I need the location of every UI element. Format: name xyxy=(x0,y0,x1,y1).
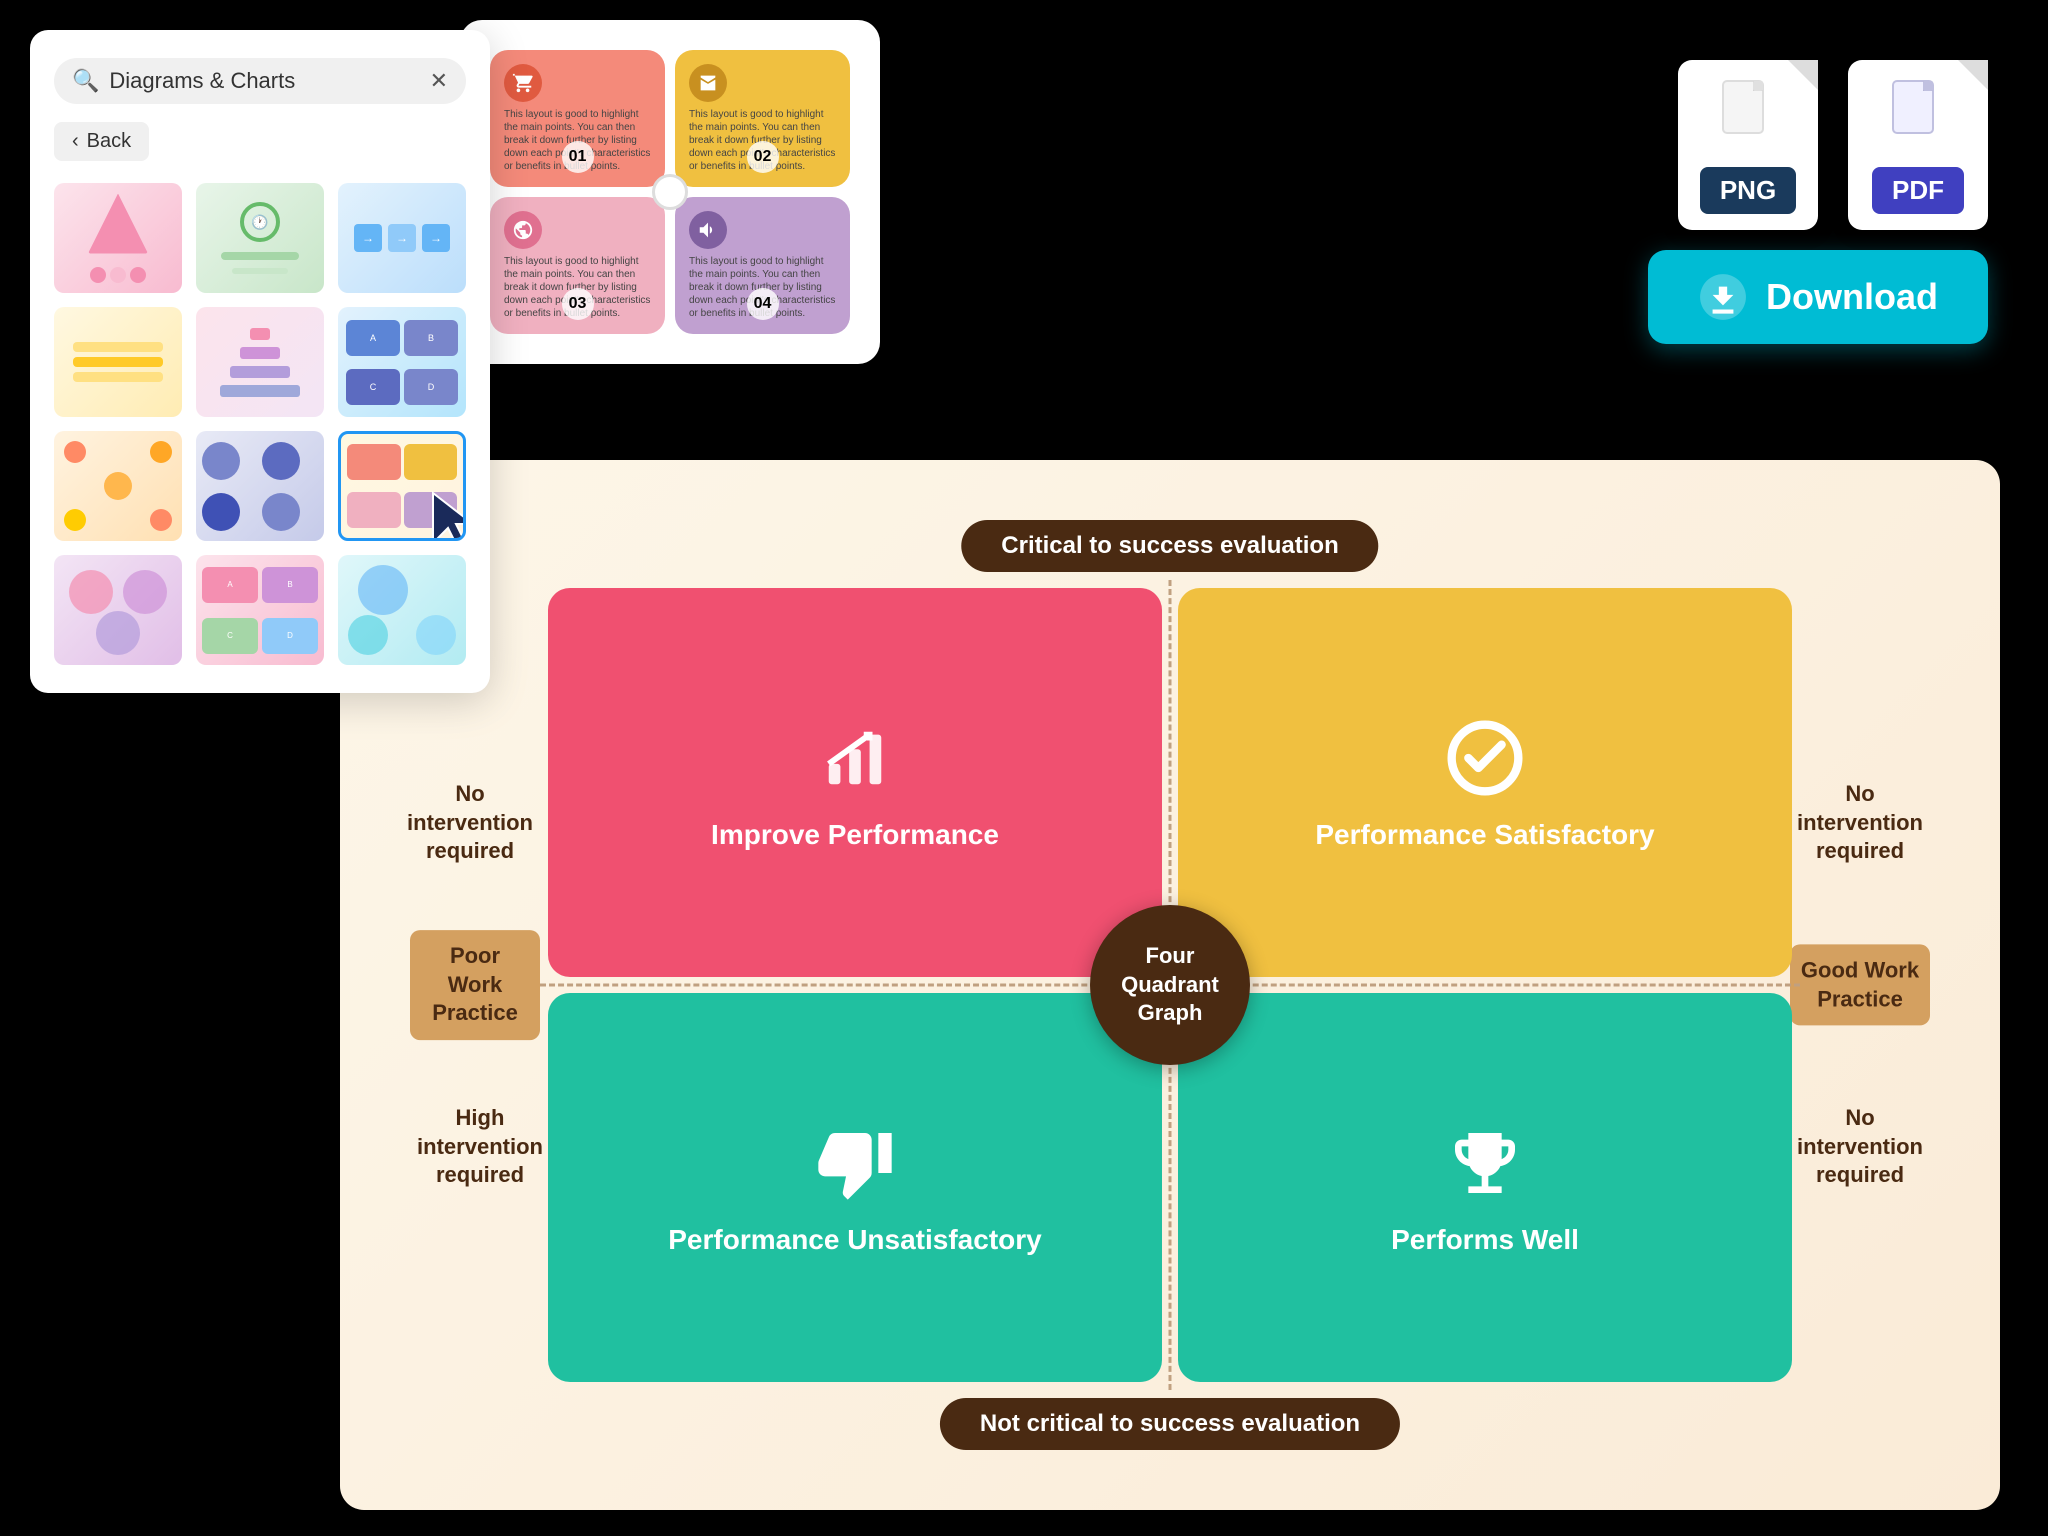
right-section: PNG PDF Download xyxy=(1648,60,1988,344)
png-file-icon xyxy=(1718,79,1778,149)
thumbnail-item[interactable]: 🕐 xyxy=(196,183,324,293)
performs-well-title: Performs Well xyxy=(1391,1222,1579,1257)
no-intervention-left-top-label: No interventionrequired xyxy=(400,780,540,866)
improve-performance-cell: Improve Performance xyxy=(548,588,1162,977)
quad-number-3: 03 xyxy=(562,288,594,320)
search-input[interactable] xyxy=(109,68,419,94)
graph-label: Graph xyxy=(1138,999,1203,1028)
performance-satisfactory-icon xyxy=(1440,713,1530,803)
four-label: Four xyxy=(1146,942,1195,971)
no-intervention-right-bottom-label: No interventionrequired xyxy=(1780,1104,1940,1190)
performance-unsatisfactory-title: Performance Unsatisfactory xyxy=(668,1222,1041,1257)
megaphone-icon xyxy=(697,219,719,241)
thumbnail-item[interactable] xyxy=(338,555,466,665)
globe-icon xyxy=(512,219,534,241)
critical-success-label: Critical to success evaluation xyxy=(961,520,1378,572)
bottom-diagram-inner: Critical to success evaluation Not criti… xyxy=(380,500,1960,1470)
download-icon xyxy=(1698,272,1748,322)
thumbnail-item[interactable] xyxy=(54,431,182,541)
thumbnail-grid: 🕐 → → → xyxy=(54,183,466,665)
close-icon[interactable]: ✕ xyxy=(430,68,448,94)
quad-number-2: 02 xyxy=(747,141,779,173)
download-button[interactable]: Download xyxy=(1648,250,1988,344)
quad-preview-diagram: This layout is good to highlight the mai… xyxy=(490,50,850,334)
performance-satisfactory-cell: Performance Satisfactory xyxy=(1178,588,1792,977)
thumbnail-item[interactable] xyxy=(54,307,182,417)
search-bar: 🔍 ✕ xyxy=(54,58,466,104)
quad-icon-4 xyxy=(689,211,727,249)
quad-cell-1: This layout is good to highlight the mai… xyxy=(490,50,665,187)
bar-chart-up-icon xyxy=(820,723,890,793)
quad-cell-3: This layout is good to highlight the mai… xyxy=(490,197,665,334)
no-intervention-right-top-label: No interventionrequired xyxy=(1780,780,1940,866)
file-corner-png xyxy=(1788,60,1818,90)
thumbnail-item[interactable] xyxy=(196,307,324,417)
high-intervention-label: High interventionrequired xyxy=(400,1104,560,1190)
cart-icon xyxy=(512,72,534,94)
png-file-button[interactable]: PNG xyxy=(1678,60,1818,230)
performs-well-cell: Performs Well xyxy=(1178,993,1792,1382)
thumbs-down-icon xyxy=(815,1123,895,1203)
png-label: PNG xyxy=(1700,167,1796,214)
thumbnail-item[interactable]: → → → xyxy=(338,183,466,293)
download-label: Download xyxy=(1766,276,1938,318)
quad-cell-2: This layout is good to highlight the mai… xyxy=(675,50,850,187)
quad-number-4: 04 xyxy=(747,288,779,320)
quad-icon-2 xyxy=(689,64,727,102)
not-critical-label: Not critical to success evaluation xyxy=(940,1398,1400,1450)
improve-performance-icon xyxy=(810,713,900,803)
poor-work-label: Poor Work Practice xyxy=(410,930,540,1040)
cursor-arrow-icon xyxy=(428,488,466,541)
quad-icon-1 xyxy=(504,64,542,102)
chevron-left-icon: ‹ xyxy=(72,130,79,153)
performance-unsatisfactory-cell: Performance Unsatisfactory xyxy=(548,993,1162,1382)
bottom-diagram: Critical to success evaluation Not criti… xyxy=(340,460,2000,1510)
thumbnail-item[interactable] xyxy=(54,555,182,665)
performance-satisfactory-title: Performance Satisfactory xyxy=(1315,817,1654,852)
diagram-preview-card: This layout is good to highlight the mai… xyxy=(460,20,880,364)
search-icon: 🔍 xyxy=(72,68,99,94)
pdf-label: PDF xyxy=(1872,167,1964,214)
thumbnail-item[interactable]: A B C D xyxy=(338,307,466,417)
store-icon xyxy=(697,72,719,94)
file-buttons: PNG PDF xyxy=(1678,60,1988,230)
pdf-file-button[interactable]: PDF xyxy=(1848,60,1988,230)
performance-unsatisfactory-icon xyxy=(810,1118,900,1208)
checkmark-circle-icon xyxy=(1445,718,1525,798)
quad-icon-3 xyxy=(504,211,542,249)
quadrant-label: Quadrant xyxy=(1121,971,1219,1000)
improve-performance-title: Improve Performance xyxy=(711,817,999,852)
back-button[interactable]: ‹ Back xyxy=(54,122,149,161)
center-circle xyxy=(652,174,688,210)
four-quadrant-center-label: Four Quadrant Graph xyxy=(1090,905,1250,1065)
thumbnail-item[interactable] xyxy=(338,431,466,541)
quad-cell-4: This layout is good to highlight the mai… xyxy=(675,197,850,334)
good-work-label: Good Work Practice xyxy=(1790,944,1930,1025)
left-panel: 🔍 ✕ ‹ Back 🕐 xyxy=(30,30,490,693)
quad-number-1: 01 xyxy=(562,141,594,173)
trophy-icon xyxy=(1445,1123,1525,1203)
pdf-file-icon xyxy=(1888,79,1948,149)
thumbnail-item[interactable]: A B C D xyxy=(196,555,324,665)
thumbnail-item[interactable] xyxy=(54,183,182,293)
file-corner-pdf xyxy=(1958,60,1988,90)
back-label: Back xyxy=(87,130,131,153)
thumbnail-item[interactable] xyxy=(196,431,324,541)
performs-well-icon xyxy=(1440,1118,1530,1208)
